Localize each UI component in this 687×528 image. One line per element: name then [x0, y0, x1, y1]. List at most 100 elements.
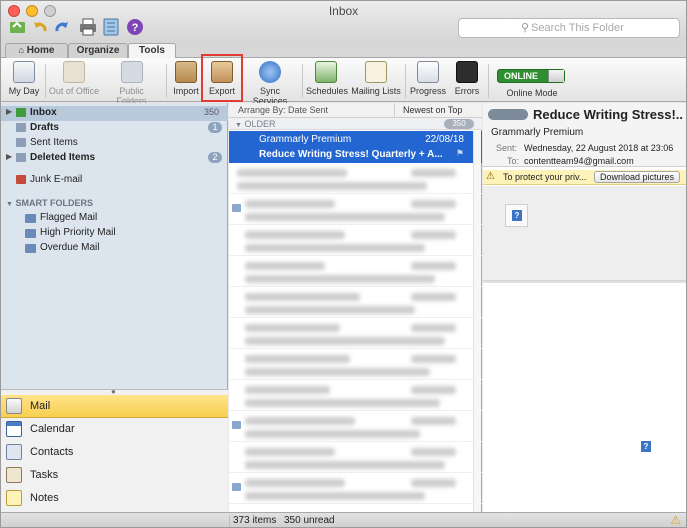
tab-home[interactable]: ⌂ Home — [5, 43, 68, 59]
folder-deleted-label: Deleted Items — [30, 152, 96, 163]
message-list: Arrange By: Date Sent Newest on Top ▲▼ ▼… — [229, 103, 482, 512]
address-book-icon[interactable] — [102, 18, 120, 36]
print-icon[interactable] — [79, 18, 97, 36]
sync-services-button[interactable]: Sync Services — [243, 61, 297, 106]
folder-sent[interactable]: Sent Items — [1, 136, 228, 151]
message-row[interactable] — [229, 225, 482, 256]
search-field[interactable]: ⚲ Search This Folder — [458, 18, 680, 38]
disclosure-triangle-icon: ▼ — [235, 122, 242, 129]
privacy-infobar: ⚠ To protect your priv... Download pictu… — [483, 170, 686, 185]
tasks-icon — [6, 467, 22, 483]
window-title: Inbox — [328, 4, 359, 18]
missing-image-icon: ? — [635, 436, 658, 459]
progress-button[interactable]: Progress — [410, 61, 446, 101]
home-icon: ⌂ — [18, 45, 24, 55]
folder-sent-label: Sent Items — [30, 137, 78, 148]
to-value[interactable]: contentteam94@gmail.com — [524, 156, 634, 166]
schedules-icon — [315, 61, 337, 83]
help-icon[interactable]: ? — [126, 18, 144, 36]
smart-folders-heading[interactable]: ▼ SMART FOLDERS — [6, 198, 93, 208]
nav-contacts[interactable]: Contacts — [1, 441, 228, 464]
out-of-office-button[interactable]: Out of Office — [48, 61, 100, 101]
item-count: 373 items — [233, 515, 277, 526]
folder-junk-label: Junk E-mail — [30, 174, 83, 185]
message-list-scrollbar[interactable] — [473, 131, 481, 512]
sort-order-label: Newest on Top — [403, 105, 463, 115]
magnifier-icon: ⚲ — [521, 22, 530, 34]
tab-tools[interactable]: Tools — [128, 43, 176, 59]
previous-next-arrows-icon[interactable] — [488, 109, 528, 120]
folder-inbox[interactable]: ▶ Inbox 350 — [1, 106, 228, 121]
drafts-count-badge: 1 — [208, 122, 222, 133]
arrange-by-menu[interactable]: Arrange By: Date Sent — [238, 105, 328, 115]
undo-icon[interactable] — [31, 18, 49, 36]
svg-text:?: ? — [132, 22, 139, 34]
deleted-count-badge: 2 — [208, 152, 222, 163]
import-label: Import — [173, 86, 199, 96]
privacy-text: To protect your priv... — [503, 172, 587, 182]
sort-order-menu[interactable]: Newest on Top ▲▼ — [394, 103, 478, 125]
arrange-bar: Arrange By: Date Sent Newest on Top ▲▼ — [229, 103, 482, 125]
message-row[interactable] — [229, 256, 482, 287]
smart-folders-label: SMART FOLDERS — [15, 198, 93, 208]
message-row[interactable] — [229, 163, 482, 194]
disclosure-triangle-icon[interactable]: ▶ — [6, 107, 12, 116]
message-row[interactable] — [229, 194, 482, 225]
flag-icon[interactable]: ⚑ — [456, 148, 464, 159]
send-receive-icon[interactable] — [9, 18, 27, 36]
message-header: Reduce Writing Stress!... Grammarly Prem… — [483, 103, 686, 167]
mailing-lists-button[interactable]: Mailing Lists — [351, 61, 401, 101]
nav-tasks[interactable]: Tasks — [1, 464, 228, 487]
folder-drafts[interactable]: Drafts 1 — [1, 121, 228, 136]
sent-icon — [16, 138, 26, 147]
tab-organize[interactable]: Organize — [68, 43, 128, 59]
errors-icon — [456, 61, 478, 83]
nav-notes-label: Notes — [30, 492, 59, 504]
group-label: ▼ OLDER — [235, 119, 275, 129]
import-button[interactable]: Import — [171, 61, 201, 101]
group-header-older[interactable]: ▼ OLDER 350 — [229, 118, 482, 130]
disclosure-triangle-icon[interactable]: ▶ — [6, 152, 12, 161]
online-toggle[interactable]: ONLINE — [497, 69, 565, 83]
my-day-button[interactable]: My Day — [7, 61, 41, 101]
mailing-lists-label: Mailing Lists — [351, 86, 401, 96]
schedules-label: Schedules — [306, 86, 349, 96]
message-row[interactable] — [229, 287, 482, 318]
nav-calendar[interactable]: Calendar — [1, 418, 228, 441]
navigation-pane: ● Mail Calendar Contacts Tasks Notes — [1, 387, 228, 512]
contacts-icon — [6, 444, 22, 460]
message-row[interactable] — [229, 318, 482, 349]
tab-home-label: Home — [26, 45, 55, 56]
out-of-office-label: Out of Office — [48, 86, 100, 96]
folder-deleted[interactable]: ▶ Deleted Items 2 — [1, 151, 228, 166]
export-highlight-box — [201, 54, 243, 102]
trash-icon — [16, 153, 26, 162]
public-folders-button[interactable]: Public Folders — [104, 61, 159, 106]
nav-mail[interactable]: Mail — [1, 395, 228, 418]
smart-folder-overdue-label: Overdue Mail — [40, 242, 100, 253]
warning-icon[interactable]: ⚠ — [670, 513, 681, 527]
nav-notes[interactable]: Notes — [1, 487, 228, 510]
message-row-selected[interactable]: Grammarly Premium 22/08/18 Reduce Writin… — [229, 131, 482, 163]
smart-folder-icon — [25, 244, 36, 253]
message-row[interactable] — [229, 442, 482, 473]
message-row[interactable] — [229, 473, 482, 504]
drafts-icon — [16, 123, 26, 132]
errors-label: Errors — [454, 86, 480, 96]
message-row[interactable] — [229, 349, 482, 380]
errors-button[interactable]: Errors — [452, 61, 482, 101]
schedules-button[interactable]: Schedules — [306, 61, 349, 101]
status-bar: 373 items 350 unread ⚠ — [1, 512, 686, 527]
message-type-icon — [232, 483, 241, 491]
nav-mail-label: Mail — [30, 400, 51, 412]
download-pictures-button[interactable]: Download pictures — [594, 171, 680, 183]
sent-value: Wednesday, 22 August 2018 at 23:06 — [524, 143, 674, 153]
group-count-badge: 350 — [444, 119, 474, 129]
reading-from[interactable]: Grammarly Premium — [491, 127, 583, 138]
message-row[interactable] — [229, 380, 482, 411]
outlook-window: Inbox ? ⚲ Search This Folder ⌂ Home Orga… — [0, 0, 687, 528]
redo-icon[interactable] — [53, 18, 71, 36]
junk-icon — [16, 175, 26, 184]
folder-junk[interactable]: Junk E-mail — [1, 173, 228, 188]
message-row[interactable] — [229, 411, 482, 442]
